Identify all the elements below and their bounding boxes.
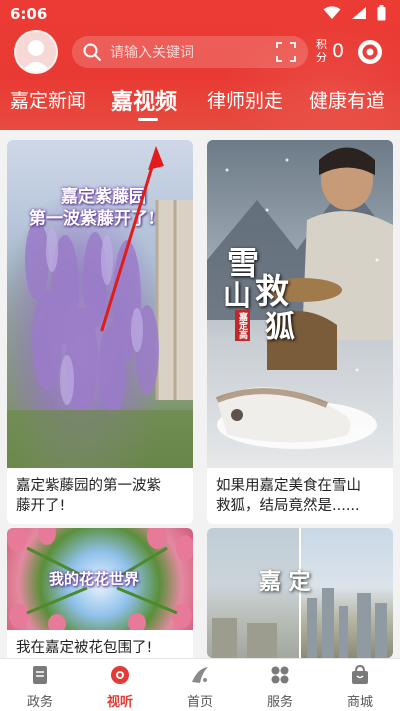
video-card[interactable]: 嘉 定 [207,528,393,658]
annotation-arrow-icon [100,146,164,332]
card-title: 如果用嘉定美食在雪山 救狐，结局竟然是...... [216,478,361,514]
search-placeholder: 请输入关键词 [110,45,194,61]
app-header: 6:06 请输入关键词 积分 0 嘉定新闻 嘉视频 律师别走 健康有道 [0,0,400,130]
thumbnail-overlay: 嘉 定 [259,569,311,595]
video-card[interactable]: 雪 山 救 狐 嘉定高 如果用嘉定美食在雪山 救狐，结局竟然是...... [207,140,393,524]
play-icon [111,666,129,684]
status-time: 6:06 [10,5,48,23]
points-count: 0 [332,40,345,62]
search-icon [83,43,101,61]
nav-item-mall[interactable]: 商城 [330,665,390,710]
video-thumbnail: 嘉 定 [207,528,393,658]
signal-icon [352,7,366,19]
video-thumbnail: 雪 山 救 狐 嘉定高 [207,140,393,468]
status-icons [323,5,386,21]
nav-label: 视听 [106,695,133,710]
nav-item-services[interactable]: 服务 [250,665,310,710]
tab-jiading-news[interactable]: 嘉定新闻 [10,86,86,113]
home-logo-icon [192,667,208,683]
status-bar: 6:06 [0,0,400,28]
document-icon [33,666,47,684]
card-title: 我在嘉定被花包围了! [16,640,153,656]
bag-icon [352,665,368,684]
tab-jia-video[interactable]: 嘉视频 [111,84,177,116]
nav-label: 服务 [266,695,293,710]
nav-label: 首页 [186,695,213,710]
video-feed: 嘉定紫藤园 第一波紫藤开了! 嘉定紫藤园的第一波紫 藤开了! 雪 山 救 狐 嘉… [0,130,400,658]
bottom-navigation: 政务 视听 首页 服务 商城 [0,658,400,711]
seal-stamp: 嘉定高 [235,310,250,341]
nav-item-government[interactable]: 政务 [10,665,70,710]
active-tab-indicator [138,118,158,121]
card-title: 嘉定紫藤园的第一波紫 藤开了! [16,478,161,514]
video-card[interactable]: 我的花花世界 我在嘉定被花包围了! [7,528,193,658]
nav-item-home[interactable]: 首页 [170,665,230,710]
thumbnail-overlay-char: 狐 [265,310,295,345]
battery-icon [377,5,386,21]
category-tabs: 嘉定新闻 嘉视频 律师别走 健康有道 [0,86,400,120]
nav-label: 政务 [26,695,53,710]
nav-label: 商城 [346,695,373,710]
points-display[interactable]: 积分 0 [316,38,344,64]
avatar[interactable] [14,30,58,74]
nav-item-audiovisual[interactable]: 视听 [90,665,150,710]
tab-lawyer[interactable]: 律师别走 [207,86,283,113]
search-bar[interactable]: 请输入关键词 [72,36,308,68]
scan-icon[interactable] [276,42,296,62]
thumbnail-overlay-char: 山 [223,279,252,312]
user-avatar-icon [21,40,51,72]
thumbnail-overlay: 我的花花世界 [49,570,140,588]
wifi-icon [323,6,341,19]
grid-icon [271,666,289,684]
points-label: 积分 [316,38,327,64]
message-icon[interactable] [358,40,382,64]
video-thumbnail: 我的花花世界 [7,528,193,630]
tab-health[interactable]: 健康有道 [309,86,385,113]
